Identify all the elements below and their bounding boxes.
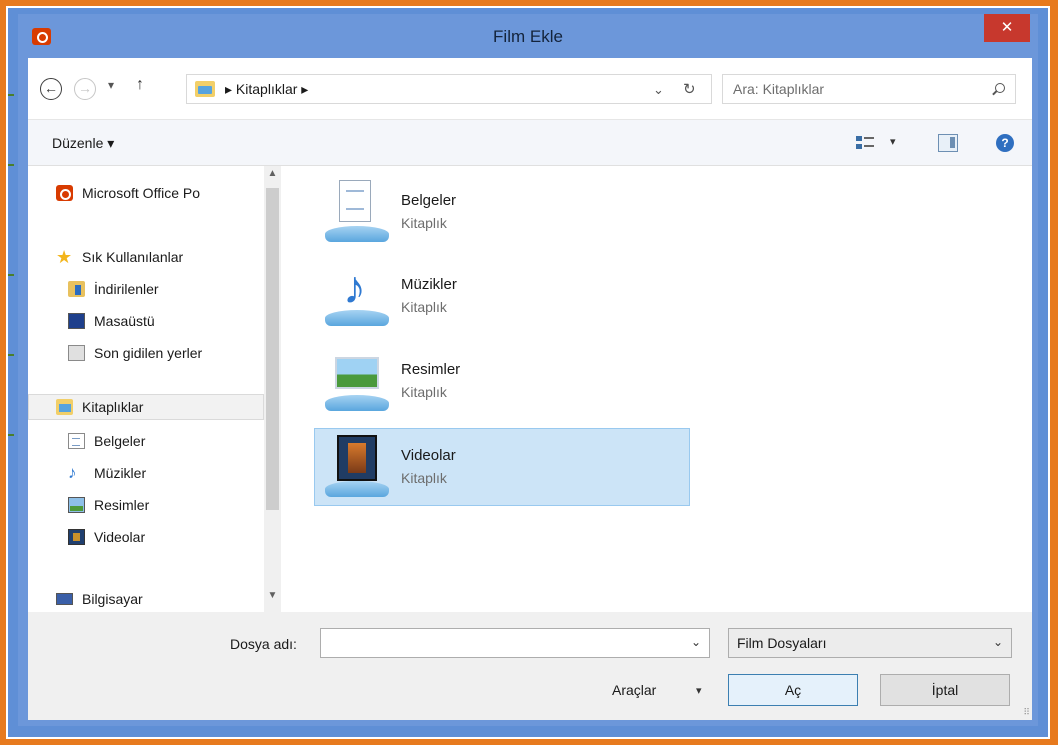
sidebar-item-office[interactable]: Microsoft Office Po bbox=[28, 180, 264, 206]
change-view-icon[interactable] bbox=[856, 136, 874, 150]
recent-places-icon bbox=[68, 345, 85, 361]
pictures-library-icon bbox=[321, 347, 393, 415]
dialog-footer: Dosya adı: ⌄ Film Dosyaları ⌄ Araçlar ▾ … bbox=[28, 612, 1032, 720]
open-button[interactable]: Aç bbox=[728, 674, 858, 706]
sidebar-item-label: Sık Kullanılanlar bbox=[82, 249, 184, 265]
library-tile-documents[interactable]: Belgeler Kitaplık bbox=[315, 174, 691, 252]
sidebar-item-documents[interactable]: Belgeler bbox=[28, 428, 264, 454]
sidebar-item-libraries[interactable]: Kitaplıklar bbox=[28, 394, 264, 420]
sidebar-item-label: Bilgisayar bbox=[82, 591, 143, 607]
music-library-icon: ♪ bbox=[321, 262, 393, 330]
tile-type: Kitaplık bbox=[401, 384, 447, 400]
breadcrumb[interactable]: ▸ Kitaplıklar ▸ bbox=[225, 81, 308, 98]
navigation-bar: ← → ▾ ↑ ▸ Kitaplıklar ▸ ⌄ ↻ Ara: Kitaplı… bbox=[28, 58, 1032, 120]
window-title: Film Ekle bbox=[493, 27, 563, 46]
forward-button[interactable]: → bbox=[74, 78, 96, 100]
desktop-icon bbox=[68, 313, 85, 329]
sidebar-item-label: Videolar bbox=[94, 529, 146, 545]
search-icon[interactable] bbox=[995, 83, 1005, 93]
sidebar-item-downloads[interactable]: İndirilenler bbox=[28, 276, 264, 302]
file-type-value: Film Dosyaları bbox=[737, 635, 827, 651]
scroll-up-icon[interactable]: ▲ bbox=[264, 168, 281, 188]
sidebar-item-music[interactable]: ♪ Müzikler bbox=[28, 460, 264, 486]
downloads-icon bbox=[68, 281, 85, 297]
chevron-down-icon[interactable]: ⌄ bbox=[993, 635, 1003, 649]
back-button[interactable]: ← bbox=[40, 78, 62, 100]
sidebar-item-label: Masaüstü bbox=[94, 313, 155, 329]
sidebar-item-desktop[interactable]: Masaüstü bbox=[28, 308, 264, 334]
sidebar-item-pictures[interactable]: Resimler bbox=[28, 492, 264, 518]
file-name-input[interactable] bbox=[327, 635, 667, 653]
file-list: Belgeler Kitaplık ♪ Müzikler Kitaplık Re… bbox=[281, 166, 1032, 612]
address-bar[interactable]: ▸ Kitaplıklar ▸ ⌄ ↻ bbox=[186, 74, 712, 104]
organize-menu[interactable]: Düzenle ▾ bbox=[52, 135, 114, 152]
sidebar-item-recent-places[interactable]: Son gidilen yerler bbox=[28, 340, 264, 366]
up-button[interactable]: ↑ bbox=[136, 76, 144, 94]
chevron-down-icon[interactable]: ⌄ bbox=[691, 635, 701, 649]
resize-grip-icon[interactable]: ⠿ bbox=[1023, 707, 1030, 718]
file-name-label: Dosya adı: bbox=[230, 636, 297, 652]
navigation-pane-scrollbar[interactable]: ▲ ▼ bbox=[264, 166, 281, 612]
file-name-combobox[interactable]: ⌄ bbox=[320, 628, 710, 658]
tile-name: Belgeler bbox=[401, 192, 457, 209]
tools-caret-icon[interactable]: ▾ bbox=[696, 684, 702, 697]
library-tile-music[interactable]: ♪ Müzikler Kitaplık bbox=[315, 258, 691, 336]
help-icon[interactable]: ? bbox=[996, 134, 1014, 152]
navigation-pane: Microsoft Office Po ★ Sık Kullanılanlar … bbox=[28, 166, 264, 612]
refresh-icon[interactable]: ↻ bbox=[683, 80, 696, 98]
office-icon bbox=[56, 185, 73, 201]
libraries-icon bbox=[56, 399, 73, 415]
scroll-down-icon[interactable]: ▼ bbox=[264, 590, 281, 610]
tile-type: Kitaplık bbox=[401, 470, 447, 486]
libraries-folder-icon bbox=[195, 81, 215, 97]
documents-icon bbox=[68, 433, 85, 449]
tile-type: Kitaplık bbox=[401, 215, 447, 231]
sidebar-item-computer[interactable]: Bilgisayar bbox=[28, 586, 264, 612]
film-ekle-dialog: Film Ekle ✕ ← → ▾ ↑ ▸ Kitaplıklar ▸ ⌄ ↻ … bbox=[18, 14, 1038, 726]
sidebar-item-favorites[interactable]: ★ Sık Kullanılanlar bbox=[28, 244, 264, 270]
sidebar-item-label: Resimler bbox=[94, 497, 150, 513]
search-box[interactable]: Ara: Kitaplıklar bbox=[722, 74, 1016, 104]
command-toolbar: Düzenle ▾ ▾ ? bbox=[28, 120, 1032, 166]
scrollbar-thumb[interactable] bbox=[266, 188, 279, 510]
search-input[interactable]: Ara: Kitaplıklar bbox=[733, 81, 824, 97]
tools-menu[interactable]: Araçlar bbox=[612, 682, 656, 698]
recent-locations-button[interactable]: ▾ bbox=[108, 78, 114, 92]
tile-name: Resimler bbox=[401, 361, 461, 378]
documents-library-icon bbox=[321, 178, 393, 246]
preview-pane-icon[interactable] bbox=[938, 134, 958, 152]
main-area: Microsoft Office Po ★ Sık Kullanılanlar … bbox=[28, 166, 1032, 612]
library-tile-videos[interactable]: Videolar Kitaplık bbox=[314, 428, 690, 506]
tile-name: Videolar bbox=[401, 447, 456, 464]
star-icon: ★ bbox=[56, 247, 73, 267]
tile-name: Müzikler bbox=[401, 276, 457, 293]
library-tile-pictures[interactable]: Resimler Kitaplık bbox=[315, 343, 691, 421]
pictures-icon bbox=[68, 497, 85, 513]
address-dropdown-icon[interactable]: ⌄ bbox=[653, 82, 664, 98]
dialog-client-area: ← → ▾ ↑ ▸ Kitaplıklar ▸ ⌄ ↻ Ara: Kitaplı… bbox=[28, 58, 1032, 720]
sidebar-item-label: Müzikler bbox=[94, 465, 147, 481]
cancel-button[interactable]: İptal bbox=[880, 674, 1010, 706]
sidebar-item-label: Belgeler bbox=[94, 433, 146, 449]
sidebar-item-label: İndirilenler bbox=[94, 281, 159, 297]
view-options-caret[interactable]: ▾ bbox=[890, 135, 896, 148]
music-icon: ♪ bbox=[68, 463, 77, 482]
videos-library-icon bbox=[321, 433, 393, 501]
sidebar-item-label: Son gidilen yerler bbox=[94, 345, 203, 361]
title-bar[interactable]: Film Ekle ✕ bbox=[18, 14, 1038, 58]
sidebar-item-label: Microsoft Office Po bbox=[82, 185, 201, 201]
file-type-select[interactable]: Film Dosyaları ⌄ bbox=[728, 628, 1012, 658]
videos-icon bbox=[68, 529, 85, 545]
sidebar-item-videos[interactable]: Videolar bbox=[28, 524, 264, 550]
sidebar-item-label: Kitaplıklar bbox=[82, 399, 144, 415]
background-app-edge bbox=[8, 24, 18, 724]
computer-icon bbox=[56, 593, 73, 605]
close-button[interactable]: ✕ bbox=[984, 14, 1030, 42]
tile-type: Kitaplık bbox=[401, 299, 447, 315]
